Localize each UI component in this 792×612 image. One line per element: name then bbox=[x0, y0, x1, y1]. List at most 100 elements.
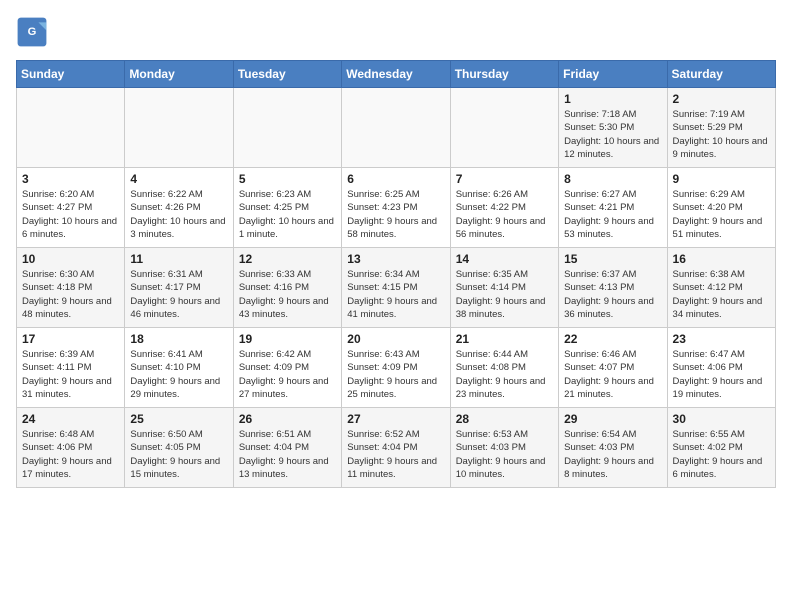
day-content: Sunrise: 6:42 AM Sunset: 4:09 PM Dayligh… bbox=[239, 348, 336, 401]
calendar-cell: 16 Sunrise: 6:38 AM Sunset: 4:12 PM Dayli… bbox=[667, 248, 775, 328]
day-content: Sunrise: 6:34 AM Sunset: 4:15 PM Dayligh… bbox=[347, 268, 444, 321]
calendar-cell: 25 Sunrise: 6:50 AM Sunset: 4:05 PM Dayli… bbox=[125, 408, 233, 488]
day-content: Sunrise: 6:46 AM Sunset: 4:07 PM Dayligh… bbox=[564, 348, 661, 401]
day-content: Sunrise: 6:20 AM Sunset: 4:27 PM Dayligh… bbox=[22, 188, 119, 241]
logo-icon: G bbox=[16, 16, 48, 48]
day-content: Sunrise: 6:22 AM Sunset: 4:26 PM Dayligh… bbox=[130, 188, 227, 241]
day-content: Sunrise: 6:44 AM Sunset: 4:08 PM Dayligh… bbox=[456, 348, 553, 401]
day-content: Sunrise: 6:41 AM Sunset: 4:10 PM Dayligh… bbox=[130, 348, 227, 401]
calendar-cell: 15Sunrise: 6:37 AM Sunset: 4:13 PM Dayli… bbox=[559, 248, 667, 328]
calendar-week-row: 1 Sunrise: 7:18 AM Sunset: 5:30 PM Daylig… bbox=[17, 88, 776, 168]
calendar-cell: 8 Sunrise: 6:27 AM Sunset: 4:21 PM Daylig… bbox=[559, 168, 667, 248]
calendar-cell: 17Sunrise: 6:39 AM Sunset: 4:11 PM Dayli… bbox=[17, 328, 125, 408]
day-content: Sunrise: 6:47 AM Sunset: 4:06 PM Dayligh… bbox=[673, 348, 770, 401]
day-number: 25 bbox=[130, 412, 227, 426]
day-number: 29 bbox=[564, 412, 661, 426]
calendar-week-row: 3 Sunrise: 6:20 AM Sunset: 4:27 PM Daylig… bbox=[17, 168, 776, 248]
day-number: 11 bbox=[130, 252, 227, 266]
day-content: Sunrise: 6:35 AM Sunset: 4:14 PM Dayligh… bbox=[456, 268, 553, 321]
day-number: 4 bbox=[130, 172, 227, 186]
calendar-cell: 7 Sunrise: 6:26 AM Sunset: 4:22 PM Daylig… bbox=[450, 168, 558, 248]
calendar-cell: 28 Sunrise: 6:53 AM Sunset: 4:03 PM Dayli… bbox=[450, 408, 558, 488]
day-number: 14 bbox=[456, 252, 553, 266]
day-number: 16 bbox=[673, 252, 770, 266]
weekday-header: Tuesday bbox=[233, 61, 341, 88]
day-number: 8 bbox=[564, 172, 661, 186]
calendar-cell: 14 Sunrise: 6:35 AM Sunset: 4:14 PM Dayli… bbox=[450, 248, 558, 328]
calendar-table: SundayMondayTuesdayWednesdayThursdayFrid… bbox=[16, 60, 776, 488]
day-content: Sunrise: 6:54 AM Sunset: 4:03 PM Dayligh… bbox=[564, 428, 661, 481]
day-content: Sunrise: 7:18 AM Sunset: 5:30 PM Dayligh… bbox=[564, 108, 661, 161]
day-content: Sunrise: 7:19 AM Sunset: 5:29 PM Dayligh… bbox=[673, 108, 770, 161]
weekday-header: Monday bbox=[125, 61, 233, 88]
calendar-cell: 1 Sunrise: 7:18 AM Sunset: 5:30 PM Daylig… bbox=[559, 88, 667, 168]
day-content: Sunrise: 6:31 AM Sunset: 4:17 PM Dayligh… bbox=[130, 268, 227, 321]
calendar-cell: 10 Sunrise: 6:30 AM Sunset: 4:18 PM Dayli… bbox=[17, 248, 125, 328]
calendar-cell: 30Sunrise: 6:55 AM Sunset: 4:02 PM Dayli… bbox=[667, 408, 775, 488]
day-number: 7 bbox=[456, 172, 553, 186]
calendar-week-row: 24Sunrise: 6:48 AM Sunset: 4:06 PM Dayli… bbox=[17, 408, 776, 488]
day-number: 13 bbox=[347, 252, 444, 266]
logo: G bbox=[16, 16, 52, 48]
day-number: 27 bbox=[347, 412, 444, 426]
day-number: 18 bbox=[130, 332, 227, 346]
weekday-header: Friday bbox=[559, 61, 667, 88]
calendar-cell bbox=[17, 88, 125, 168]
day-content: Sunrise: 6:55 AM Sunset: 4:02 PM Dayligh… bbox=[673, 428, 770, 481]
calendar-cell: 3 Sunrise: 6:20 AM Sunset: 4:27 PM Daylig… bbox=[17, 168, 125, 248]
calendar-cell: 22 Sunrise: 6:46 AM Sunset: 4:07 PM Dayli… bbox=[559, 328, 667, 408]
day-number: 3 bbox=[22, 172, 119, 186]
calendar-week-row: 10 Sunrise: 6:30 AM Sunset: 4:18 PM Dayli… bbox=[17, 248, 776, 328]
calendar-cell: 2 Sunrise: 7:19 AM Sunset: 5:29 PM Daylig… bbox=[667, 88, 775, 168]
weekday-header: Wednesday bbox=[342, 61, 450, 88]
calendar-cell: 18 Sunrise: 6:41 AM Sunset: 4:10 PM Dayli… bbox=[125, 328, 233, 408]
weekday-header: Sunday bbox=[17, 61, 125, 88]
day-content: Sunrise: 6:53 AM Sunset: 4:03 PM Dayligh… bbox=[456, 428, 553, 481]
day-content: Sunrise: 6:50 AM Sunset: 4:05 PM Dayligh… bbox=[130, 428, 227, 481]
calendar-cell: 29 Sunrise: 6:54 AM Sunset: 4:03 PM Dayli… bbox=[559, 408, 667, 488]
calendar-cell bbox=[125, 88, 233, 168]
day-content: Sunrise: 6:43 AM Sunset: 4:09 PM Dayligh… bbox=[347, 348, 444, 401]
calendar-cell: 20 Sunrise: 6:43 AM Sunset: 4:09 PM Dayli… bbox=[342, 328, 450, 408]
day-content: Sunrise: 6:38 AM Sunset: 4:12 PM Dayligh… bbox=[673, 268, 770, 321]
weekday-header: Thursday bbox=[450, 61, 558, 88]
page-header: G bbox=[16, 16, 776, 48]
calendar-cell: 5Sunrise: 6:23 AM Sunset: 4:25 PM Daylig… bbox=[233, 168, 341, 248]
day-number: 6 bbox=[347, 172, 444, 186]
day-number: 12 bbox=[239, 252, 336, 266]
calendar-cell: 11 Sunrise: 6:31 AM Sunset: 4:17 PM Dayli… bbox=[125, 248, 233, 328]
day-content: Sunrise: 6:29 AM Sunset: 4:20 PM Dayligh… bbox=[673, 188, 770, 241]
calendar-cell: 24Sunrise: 6:48 AM Sunset: 4:06 PM Dayli… bbox=[17, 408, 125, 488]
calendar-cell: 12Sunrise: 6:33 AM Sunset: 4:16 PM Dayli… bbox=[233, 248, 341, 328]
day-number: 15 bbox=[564, 252, 661, 266]
day-number: 2 bbox=[673, 92, 770, 106]
day-number: 5 bbox=[239, 172, 336, 186]
calendar-cell bbox=[342, 88, 450, 168]
calendar-cell: 27 Sunrise: 6:52 AM Sunset: 4:04 PM Dayli… bbox=[342, 408, 450, 488]
calendar-cell: 9 Sunrise: 6:29 AM Sunset: 4:20 PM Daylig… bbox=[667, 168, 775, 248]
calendar-cell bbox=[233, 88, 341, 168]
day-number: 1 bbox=[564, 92, 661, 106]
calendar-cell: 23 Sunrise: 6:47 AM Sunset: 4:06 PM Dayli… bbox=[667, 328, 775, 408]
calendar-cell: 19 Sunrise: 6:42 AM Sunset: 4:09 PM Dayli… bbox=[233, 328, 341, 408]
day-number: 28 bbox=[456, 412, 553, 426]
day-content: Sunrise: 6:27 AM Sunset: 4:21 PM Dayligh… bbox=[564, 188, 661, 241]
day-number: 23 bbox=[673, 332, 770, 346]
day-number: 22 bbox=[564, 332, 661, 346]
day-content: Sunrise: 6:52 AM Sunset: 4:04 PM Dayligh… bbox=[347, 428, 444, 481]
calendar-header-row: SundayMondayTuesdayWednesdayThursdayFrid… bbox=[17, 61, 776, 88]
day-content: Sunrise: 6:30 AM Sunset: 4:18 PM Dayligh… bbox=[22, 268, 119, 321]
calendar-cell: 6 Sunrise: 6:25 AM Sunset: 4:23 PM Daylig… bbox=[342, 168, 450, 248]
day-number: 20 bbox=[347, 332, 444, 346]
day-number: 17 bbox=[22, 332, 119, 346]
day-number: 10 bbox=[22, 252, 119, 266]
day-content: Sunrise: 6:25 AM Sunset: 4:23 PM Dayligh… bbox=[347, 188, 444, 241]
calendar-cell: 26Sunrise: 6:51 AM Sunset: 4:04 PM Dayli… bbox=[233, 408, 341, 488]
calendar-cell bbox=[450, 88, 558, 168]
weekday-header: Saturday bbox=[667, 61, 775, 88]
calendar-week-row: 17Sunrise: 6:39 AM Sunset: 4:11 PM Dayli… bbox=[17, 328, 776, 408]
day-number: 19 bbox=[239, 332, 336, 346]
day-number: 9 bbox=[673, 172, 770, 186]
svg-text:G: G bbox=[28, 26, 37, 38]
day-content: Sunrise: 6:26 AM Sunset: 4:22 PM Dayligh… bbox=[456, 188, 553, 241]
